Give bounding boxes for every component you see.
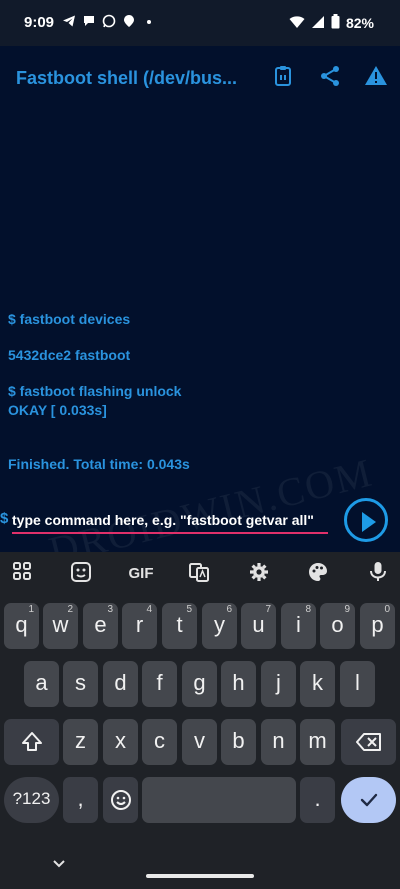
key-f[interactable]: f <box>142 661 177 707</box>
backspace-icon <box>355 733 381 751</box>
command-input[interactable] <box>12 508 328 534</box>
backspace-key[interactable] <box>341 719 396 765</box>
key-n[interactable]: n <box>261 719 296 765</box>
page-title: Fastboot shell (/dev/bus... <box>16 68 238 88</box>
key-a[interactable]: a <box>24 661 59 707</box>
whatsapp-icon <box>102 14 116 28</box>
key-t[interactable]: t5 <box>162 603 197 649</box>
prompt-symbol: $ <box>0 510 9 527</box>
key-hint: 4 <box>146 604 152 615</box>
keyboard: GIF q1 w2 e3 r4 t5 y6 u7 i8 o9 p0 a s d … <box>0 552 400 889</box>
space-bar[interactable] <box>142 777 296 823</box>
sticker-icon[interactable] <box>68 561 94 587</box>
key-label: q <box>15 612 28 637</box>
key-label: w <box>52 612 69 637</box>
key-s[interactable]: s <box>63 661 98 707</box>
home-gesture-pill[interactable] <box>146 874 254 878</box>
chat-icon <box>82 14 96 28</box>
key-hint: 5 <box>186 604 192 615</box>
palette-icon[interactable] <box>305 561 331 587</box>
key-label: t <box>176 612 183 637</box>
key-l[interactable]: l <box>340 661 375 707</box>
symbols-key[interactable]: ?123 <box>4 777 59 823</box>
console-line: $ fastboot devices <box>8 311 131 327</box>
key-c[interactable]: c <box>142 719 177 765</box>
key-p[interactable]: p0 <box>360 603 395 649</box>
emoji-icon <box>110 790 131 810</box>
key-r[interactable]: r4 <box>122 603 157 649</box>
key-z[interactable]: z <box>63 719 98 765</box>
check-icon <box>360 793 377 807</box>
console-line: 5432dce2 fastboot <box>8 347 131 363</box>
key-q[interactable]: q1 <box>4 603 39 649</box>
key-h[interactable]: h <box>221 661 256 707</box>
key-o[interactable]: o9 <box>320 603 355 649</box>
key-hint: 3 <box>107 604 113 615</box>
emoji-key[interactable] <box>103 777 138 823</box>
settings-gear-icon[interactable] <box>246 561 272 587</box>
key-e[interactable]: e3 <box>83 603 118 649</box>
system-status: 82% <box>289 14 374 32</box>
key-label: e <box>94 612 107 637</box>
battery-icon <box>331 14 340 32</box>
console-output: DROIDWIN.COM $ fastboot devices 5432dce2… <box>0 108 400 573</box>
key-label: i <box>296 612 301 637</box>
key-x[interactable]: x <box>103 719 138 765</box>
status-time: 9:09 <box>24 14 55 31</box>
console-line: $ fastboot flashing unlock <box>8 383 182 399</box>
translate-icon[interactable] <box>186 561 212 587</box>
microphone-icon[interactable] <box>365 561 391 587</box>
key-label: p <box>371 612 384 637</box>
key-d[interactable]: d <box>103 661 138 707</box>
key-j[interactable]: j <box>261 661 296 707</box>
key-k[interactable]: k <box>300 661 335 707</box>
shift-icon <box>21 732 42 751</box>
wifi-icon <box>289 15 305 32</box>
key-g[interactable]: g <box>182 661 217 707</box>
paste-icon[interactable] <box>271 64 295 88</box>
notification-icons <box>62 14 156 28</box>
key-y[interactable]: y6 <box>202 603 237 649</box>
run-button[interactable] <box>344 498 388 542</box>
console-line: Finished. Total time: 0.043s <box>8 456 190 472</box>
command-row: $ <box>0 488 400 552</box>
play-icon <box>362 512 376 532</box>
period-key[interactable]: . <box>300 777 335 823</box>
dot-icon <box>142 14 156 28</box>
share-icon[interactable] <box>318 64 342 88</box>
key-hint: 2 <box>67 604 73 615</box>
key-hint: 8 <box>305 604 311 615</box>
signal-icon <box>311 15 325 32</box>
status-bar: 9:09 82% <box>0 0 400 46</box>
key-hint: 7 <box>265 604 271 615</box>
key-label: u <box>252 612 265 637</box>
keyboard-toolbar: GIF <box>0 552 400 596</box>
enter-key[interactable] <box>341 777 396 823</box>
key-hint: 0 <box>384 604 390 615</box>
key-i[interactable]: i8 <box>281 603 316 649</box>
battery-percent: 82% <box>345 15 374 31</box>
comma-key[interactable]: , <box>63 777 98 823</box>
key-v[interactable]: v <box>182 719 217 765</box>
telegram-icon <box>62 14 76 28</box>
key-w[interactable]: w2 <box>43 603 78 649</box>
navigation-bar <box>0 842 400 889</box>
app-bar: Fastboot shell (/dev/bus... <box>0 46 400 108</box>
key-b[interactable]: b <box>221 719 256 765</box>
key-m[interactable]: m <box>300 719 335 765</box>
console-line: OKAY [ 0.033s] <box>8 402 107 418</box>
chevron-down-icon[interactable] <box>52 856 66 874</box>
key-hint: 9 <box>344 604 350 615</box>
shift-key[interactable] <box>4 719 59 765</box>
key-hint: 1 <box>28 604 34 615</box>
key-hint: 6 <box>226 604 232 615</box>
key-label: o <box>331 612 344 637</box>
key-u[interactable]: u7 <box>241 603 276 649</box>
gif-button[interactable]: GIF <box>124 561 158 587</box>
notification-app-icon <box>122 14 136 28</box>
key-label: y <box>214 612 225 637</box>
key-label: r <box>135 612 144 637</box>
apps-grid-icon[interactable] <box>9 561 35 587</box>
warning-icon[interactable] <box>364 64 388 88</box>
